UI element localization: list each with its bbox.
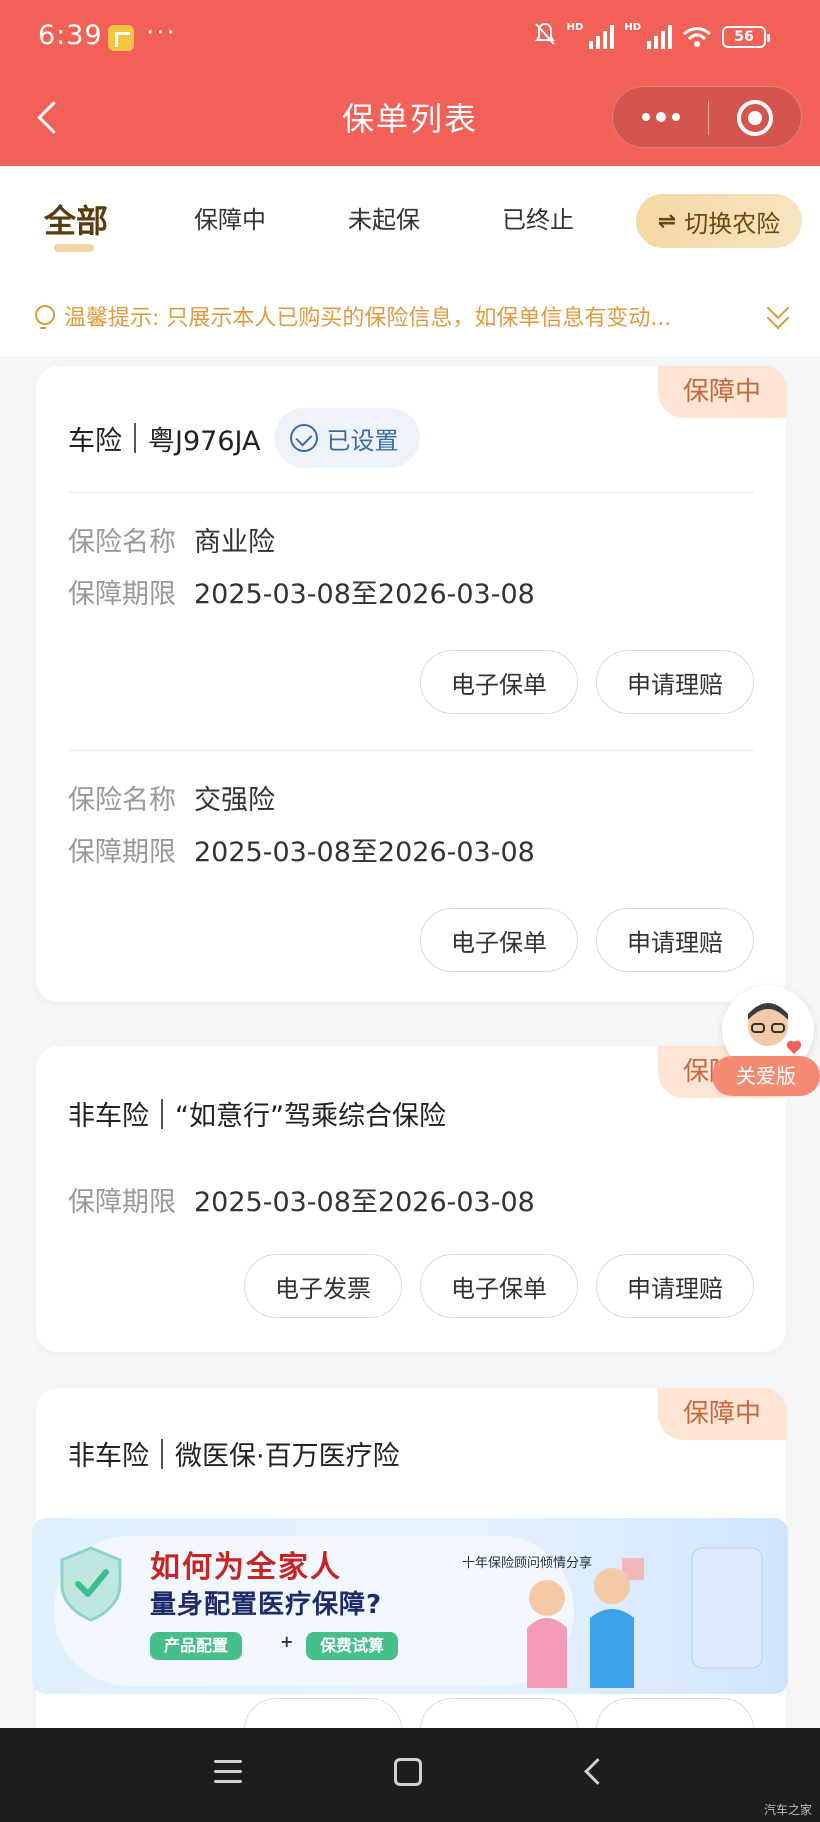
more-notifications-indicator: ··· — [146, 18, 177, 48]
tab-terminated[interactable]: 已终止 — [502, 200, 574, 235]
switch-agri-insurance-button[interactable]: ⇌ 切换农险 — [636, 194, 802, 248]
policy-type: 非车险 — [68, 1101, 149, 1132]
system-nav-bar: 汽车之家 — [0, 1728, 820, 1822]
lightbulb-icon — [30, 303, 56, 329]
coverage-period-row: 保障期限 2025-03-08至2026-03-08 — [68, 572, 535, 611]
premium-calc-tag: 保费试算 — [306, 1632, 399, 1660]
wifi-icon — [682, 25, 712, 49]
signal-icon-1 — [589, 25, 615, 49]
nav-header: 保单列表 — [0, 76, 820, 166]
coverage-period-value: 2025-03-08至2026-03-08 — [194, 579, 535, 610]
policy-title: 非车险 微医保·百万医疗险 — [68, 1434, 400, 1473]
swap-icon: ⇌ — [657, 208, 677, 234]
system-back-button[interactable] — [580, 1758, 606, 1784]
capsule-divider — [708, 101, 709, 135]
more-options-button[interactable] — [638, 97, 684, 137]
policy-title: 非车险 “如意行”驾乘综合保险 — [68, 1094, 446, 1133]
notice-banner[interactable]: 温馨提示: 只展示本人已购买的保险信息，如保单信息有变动... — [0, 276, 820, 356]
divider — [68, 750, 754, 751]
ad-title: 如何为全家人 — [150, 1550, 342, 1585]
insurance-name-row: 保险名称 商业险 — [68, 520, 275, 559]
policy-name: 微医保·百万医疗险 — [175, 1441, 400, 1472]
product-config-tag: 产品配置 — [150, 1632, 243, 1660]
coverage-period-value: 2025-03-08至2026-03-08 — [194, 1187, 535, 1218]
coverage-period-key: 保障期限 — [68, 579, 176, 610]
claim-button[interactable]: 申请理赔 — [596, 908, 754, 972]
home-button[interactable] — [394, 1758, 422, 1786]
e-policy-button[interactable]: 电子保单 — [420, 1254, 578, 1318]
title-separator — [161, 1098, 163, 1129]
divider — [68, 492, 754, 493]
hd-label-1: HD — [566, 22, 584, 33]
insurance-name-value: 商业险 — [194, 527, 275, 558]
claim-button[interactable] — [596, 1698, 754, 1728]
insurance-name-row: 保险名称 交强险 — [68, 778, 275, 817]
medical-plan-ad-banner[interactable]: 如何为全家人 量身配置医疗保障? 产品配置 + 保费试算 十年保险顾问倾情分享 — [32, 1518, 788, 1694]
battery-icon: 56 — [722, 26, 770, 48]
status-badge: 保障中 — [658, 1388, 786, 1440]
switch-label: 切换农险 — [684, 209, 781, 238]
watermark: 汽车之家 — [763, 1803, 812, 1817]
plus-sign: + — [280, 1632, 294, 1651]
policy-type: 非车险 — [68, 1441, 149, 1472]
title-separator — [161, 1438, 163, 1469]
filter-tabs: 全部 保障中 未起保 已终止 ⇌ 切换农险 — [0, 166, 820, 276]
claim-button[interactable]: 申请理赔 — [596, 1254, 754, 1318]
status-badge: 保障中 — [658, 366, 786, 418]
care-mode-floating-button[interactable]: 关爱版 — [712, 986, 820, 1098]
title-separator — [134, 423, 136, 453]
status-bar: 6:39 ··· HD HD 56 — [0, 0, 820, 76]
e-policy-button[interactable] — [420, 1698, 578, 1728]
status-icons: HD HD 56 — [533, 21, 770, 53]
alarm-clock-icon — [290, 424, 319, 452]
policy-name: “如意行”驾乘综合保险 — [175, 1101, 446, 1132]
ad-subtitle: 量身配置医疗保障? — [150, 1590, 383, 1620]
content-area: 全部 保障中 未起保 已终止 ⇌ 切换农险 温馨提示: 只展示本人已购买的保险信… — [0, 166, 820, 1728]
app-header-bar: 6:39 ··· HD HD 56 保单列表 — [0, 0, 820, 166]
reminder-setting-chip[interactable]: 已设置 — [274, 408, 421, 468]
close-mini-program-button[interactable] — [737, 100, 773, 136]
e-invoice-button[interactable]: 电子发票 — [244, 1254, 402, 1318]
advisor-illustration — [527, 1547, 763, 1688]
notice-text: 温馨提示: 只展示本人已购买的保险信息，如保单信息有变动... — [64, 306, 672, 331]
e-policy-button[interactable]: 电子保单 — [420, 650, 578, 714]
mute-bell-icon — [533, 21, 557, 53]
policy-title: 车险 粤J976JA 已设置 — [68, 408, 421, 468]
mini-program-capsule — [612, 86, 802, 148]
tab-all[interactable]: 全部 — [44, 196, 108, 242]
coverage-period-key: 保障期限 — [68, 837, 176, 868]
coverage-period-key: 保障期限 — [68, 1187, 176, 1218]
recent-apps-button[interactable] — [214, 1760, 242, 1784]
coverage-period-row: 保障期限 2025-03-08至2026-03-08 — [68, 1180, 535, 1219]
hd-label-2: HD — [624, 22, 641, 33]
care-mode-label: 关爱版 — [712, 1056, 820, 1096]
tab-not-started[interactable]: 未起保 — [348, 200, 420, 235]
reminder-setting-label: 已设置 — [326, 426, 399, 455]
insurance-name-key: 保险名称 — [68, 785, 176, 816]
plate-number: 粤J976JA — [148, 425, 261, 457]
insurance-name-value: 交强险 — [194, 785, 275, 816]
coverage-period-row: 保障期限 2025-03-08至2026-03-08 — [68, 830, 535, 869]
active-tab-indicator — [54, 244, 94, 252]
double-chevron-down-icon[interactable] — [766, 302, 790, 328]
claim-button[interactable]: 申请理赔 — [596, 650, 754, 714]
policy-card-non-auto: 保障中 非车险 “如意行”驾乘综合保险 保障期限 2025-03-08至2026… — [36, 1046, 786, 1352]
signal-icon-2 — [647, 25, 672, 49]
e-invoice-button[interactable] — [244, 1698, 402, 1728]
policy-card-auto: 保障中 车险 粤J976JA 已设置 保险名称 商业险 保障期限 2025-03… — [36, 366, 786, 1002]
e-policy-button[interactable]: 电子保单 — [420, 908, 578, 972]
insurance-name-key: 保险名称 — [68, 527, 176, 558]
coverage-period-value: 2025-03-08至2026-03-08 — [194, 837, 535, 868]
status-time: 6:39 — [38, 20, 103, 51]
gallery-notification-icon — [108, 25, 134, 51]
shield-check-icon — [60, 1546, 122, 1622]
policy-type: 车险 — [68, 425, 122, 457]
tab-active-coverage[interactable]: 保障中 — [194, 200, 266, 235]
